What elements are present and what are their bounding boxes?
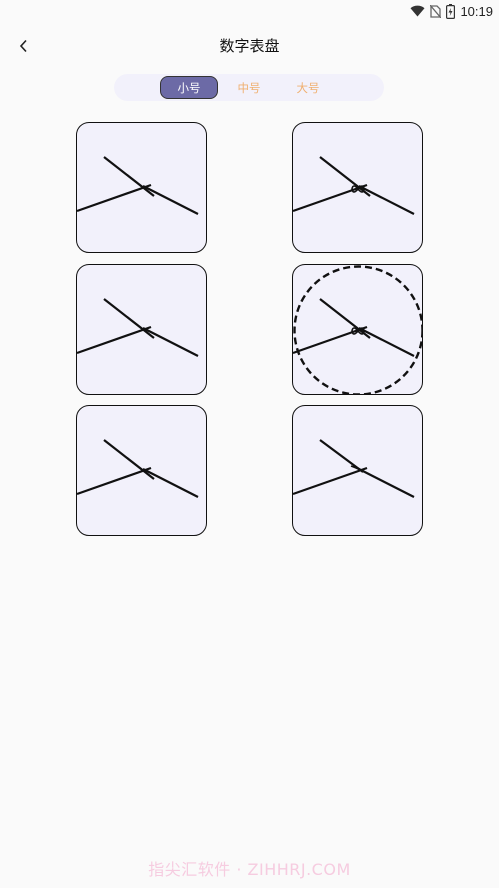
watch-face-card[interactable] [76,405,207,536]
tab-medium[interactable]: 中号 [220,76,278,99]
tab-small[interactable]: 小号 [160,76,218,99]
watermark: 指尖汇软件 · ZIHHRJ.COM [148,860,351,879]
clock-hands-icon [293,439,415,498]
watch-face-card[interactable] [292,264,423,395]
watch-face-card[interactable] [76,264,207,395]
clock-hands-icon [77,298,199,357]
watch-face-card[interactable] [292,122,423,253]
clock-hands-icon [77,156,199,215]
clock-hands-icon [77,439,199,498]
status-time: 10:19 [460,3,493,19]
clock-hands-dashed-circle-icon [293,265,422,394]
page-title: 数字表盘 [219,37,280,55]
status-icons: 10:19 [410,2,493,20]
wifi-icon [410,5,425,17]
battery-icon [446,3,456,19]
no-sim-icon [430,4,442,18]
app-bar: 数字表盘 [0,28,499,62]
clock-hands-bow-icon [293,156,415,215]
size-segmented-control: 小号 中号 大号 [114,74,384,101]
tab-large[interactable]: 大号 [279,76,337,99]
watch-face-card[interactable] [76,122,207,253]
status-bar: 10:19 [0,0,499,22]
watch-face-card[interactable] [292,405,423,536]
